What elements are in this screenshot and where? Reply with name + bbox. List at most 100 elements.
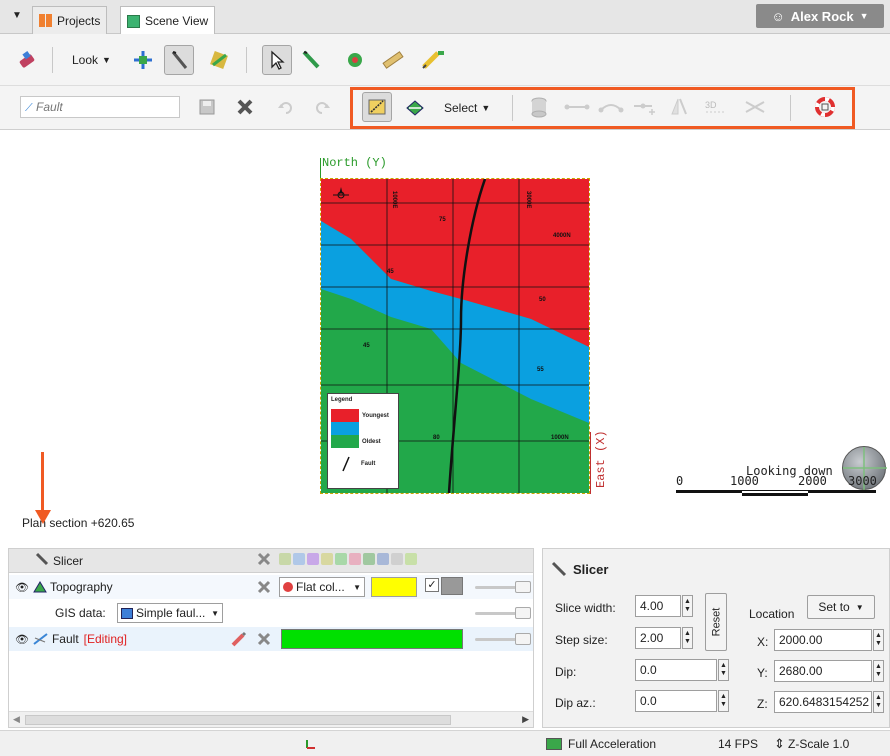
z-label: Z: — [757, 697, 768, 711]
fault-label: Fault — [51, 632, 79, 646]
cancel-icon[interactable] — [230, 92, 260, 122]
fault-name-placeholder: Fault — [36, 100, 63, 114]
toggle-icon[interactable] — [293, 553, 305, 565]
visibility-toggles[interactable] — [279, 553, 417, 565]
topography-row[interactable]: 👁 Topography Flat col... ▼ ✓ — [9, 575, 533, 599]
eye-icon[interactable]: 👁 — [15, 633, 29, 646]
y-spinner[interactable]: ▲ ▼ — [873, 660, 884, 682]
user-menu[interactable]: ☺ Alex Rock ▼ — [756, 4, 884, 28]
undo-icon[interactable] — [270, 92, 300, 122]
map-legend: Legend Youngest Oldest Fault — [327, 393, 399, 489]
dip-az-input[interactable]: 0.0 — [635, 690, 717, 712]
slice-width-spinner[interactable]: ▲ ▼ — [682, 595, 693, 617]
set-to-button[interactable]: Set to ▼ — [807, 595, 875, 619]
opacity-slider-knob[interactable] — [515, 633, 531, 645]
slicer-header-label: Slicer — [53, 553, 84, 568]
slicer-properties-panel: Slicer Slice width: 4.00 ▲ ▼ Step size: 2… — [542, 548, 890, 728]
person-icon: ☺ — [771, 8, 785, 24]
fault-color-swatch[interactable] — [281, 629, 463, 649]
z-scale-status[interactable]: Z-Scale 1.0 — [788, 737, 849, 751]
opacity-slider-knob[interactable] — [515, 607, 531, 619]
fault-name-input[interactable]: ⟋ Fault — [20, 96, 180, 118]
fps-status: 14 FPS — [718, 737, 759, 751]
x-spinner[interactable]: ▲ ▼ — [873, 629, 884, 651]
scroll-left-icon[interactable]: ◀ — [13, 714, 20, 725]
gis-data-select[interactable]: Simple faul... ▼ — [117, 603, 223, 623]
dip-label: 50 — [539, 297, 546, 303]
chevron-down-icon: ▼ — [211, 608, 219, 618]
move-tool-icon[interactable] — [128, 45, 158, 75]
checkbox[interactable]: ✓ — [425, 578, 439, 592]
slicer-title: Slicer — [573, 561, 609, 577]
geology-map[interactable]: 75 45 50 45 55 80 4000N 1000N 1000E 3000… — [320, 178, 590, 494]
z-value: 620.6483154252 — [779, 695, 870, 709]
step-size-input[interactable]: 2.00 — [635, 627, 681, 649]
dip-input[interactable]: 0.0 — [635, 659, 717, 681]
color-mode-select[interactable]: Flat col... ▼ — [279, 577, 365, 597]
toggle-icon[interactable] — [363, 553, 375, 565]
tab-menu-chevron-icon[interactable]: ▼ — [12, 10, 22, 21]
fault-editing-label: [Editing] — [83, 632, 128, 646]
opacity-slider-knob[interactable] — [515, 581, 531, 593]
z-spinner[interactable]: ▲ ▼ — [873, 691, 884, 713]
slice-pen-icon[interactable] — [296, 45, 326, 75]
scale-tick: 2000 — [798, 474, 827, 488]
x-label: X: — [757, 635, 769, 649]
toggle-icon[interactable] — [335, 553, 347, 565]
dip-spinner[interactable]: ▲ ▼ — [718, 659, 729, 681]
scroll-right-icon[interactable]: ▶ — [522, 714, 529, 725]
y-label: Y: — [757, 666, 768, 680]
east-axis-label: East (X) — [594, 430, 608, 488]
legend-youngest: Youngest — [362, 412, 389, 419]
y-value: 2680.00 — [779, 664, 823, 678]
remove-icon[interactable] — [257, 580, 271, 597]
step-size-spinner[interactable]: ▲ ▼ — [682, 627, 693, 649]
separator — [52, 47, 53, 73]
save-icon[interactable] — [192, 92, 222, 122]
slicer-icon — [551, 561, 567, 577]
edit-pencil-icon[interactable] — [231, 631, 247, 650]
toggle-icon[interactable] — [279, 553, 291, 565]
legend-swatch-green — [331, 435, 359, 448]
z-input[interactable]: 620.6483154252 — [774, 691, 872, 713]
legend-swatch-blue — [331, 422, 359, 435]
lock-icon[interactable] — [391, 553, 403, 565]
chevron-down-icon: ▼ — [102, 55, 111, 65]
remove-icon[interactable] — [257, 632, 271, 649]
eye-icon[interactable]: 👁 — [15, 581, 29, 594]
slicer-tool-icon[interactable] — [164, 45, 194, 75]
surface-tool-icon[interactable] — [340, 45, 370, 75]
x-input[interactable]: 2000.00 — [774, 629, 872, 651]
callout-arrow-icon — [35, 510, 51, 524]
draw-pencil-icon[interactable] — [418, 45, 448, 75]
horizontal-scrollbar[interactable]: ◀ ▶ — [9, 711, 533, 727]
redo-icon[interactable] — [308, 92, 338, 122]
separator — [246, 47, 247, 73]
fault-row[interactable]: 👁 Fault [Editing] — [9, 627, 533, 651]
grid-icon — [39, 14, 52, 27]
eraser-icon[interactable] — [12, 45, 42, 75]
ruler-icon[interactable] — [378, 45, 408, 75]
topography-color-swatch[interactable] — [371, 577, 417, 597]
dip-value: 0.0 — [640, 663, 657, 677]
tab-projects[interactable]: Projects — [32, 6, 108, 34]
toggle-icon[interactable] — [349, 553, 361, 565]
north-axis-label: North (Y) — [322, 156, 387, 170]
scrollbar-thumb[interactable] — [25, 715, 451, 725]
toggle-icon[interactable] — [307, 553, 319, 565]
reset-button[interactable]: Reset — [705, 593, 727, 651]
pointer-tool-icon[interactable] — [262, 45, 292, 75]
slicer-header-row[interactable]: Slicer — [9, 549, 533, 573]
gis-data-label: GIS data: — [55, 606, 106, 620]
section-tool-icon[interactable] — [204, 45, 234, 75]
close-icon[interactable] — [257, 552, 271, 569]
tab-scene-view[interactable]: Scene View — [120, 6, 216, 35]
dip-az-spinner[interactable]: ▲ ▼ — [718, 690, 729, 712]
toggle-icon[interactable] — [377, 553, 389, 565]
look-dropdown[interactable]: Look ▼ — [72, 53, 111, 67]
toggle-icon[interactable] — [321, 553, 333, 565]
slice-width-input[interactable]: 4.00 — [635, 595, 681, 617]
toggle-icon[interactable] — [405, 553, 417, 565]
y-input[interactable]: 2680.00 — [774, 660, 872, 682]
grey-swatch[interactable] — [441, 577, 463, 595]
